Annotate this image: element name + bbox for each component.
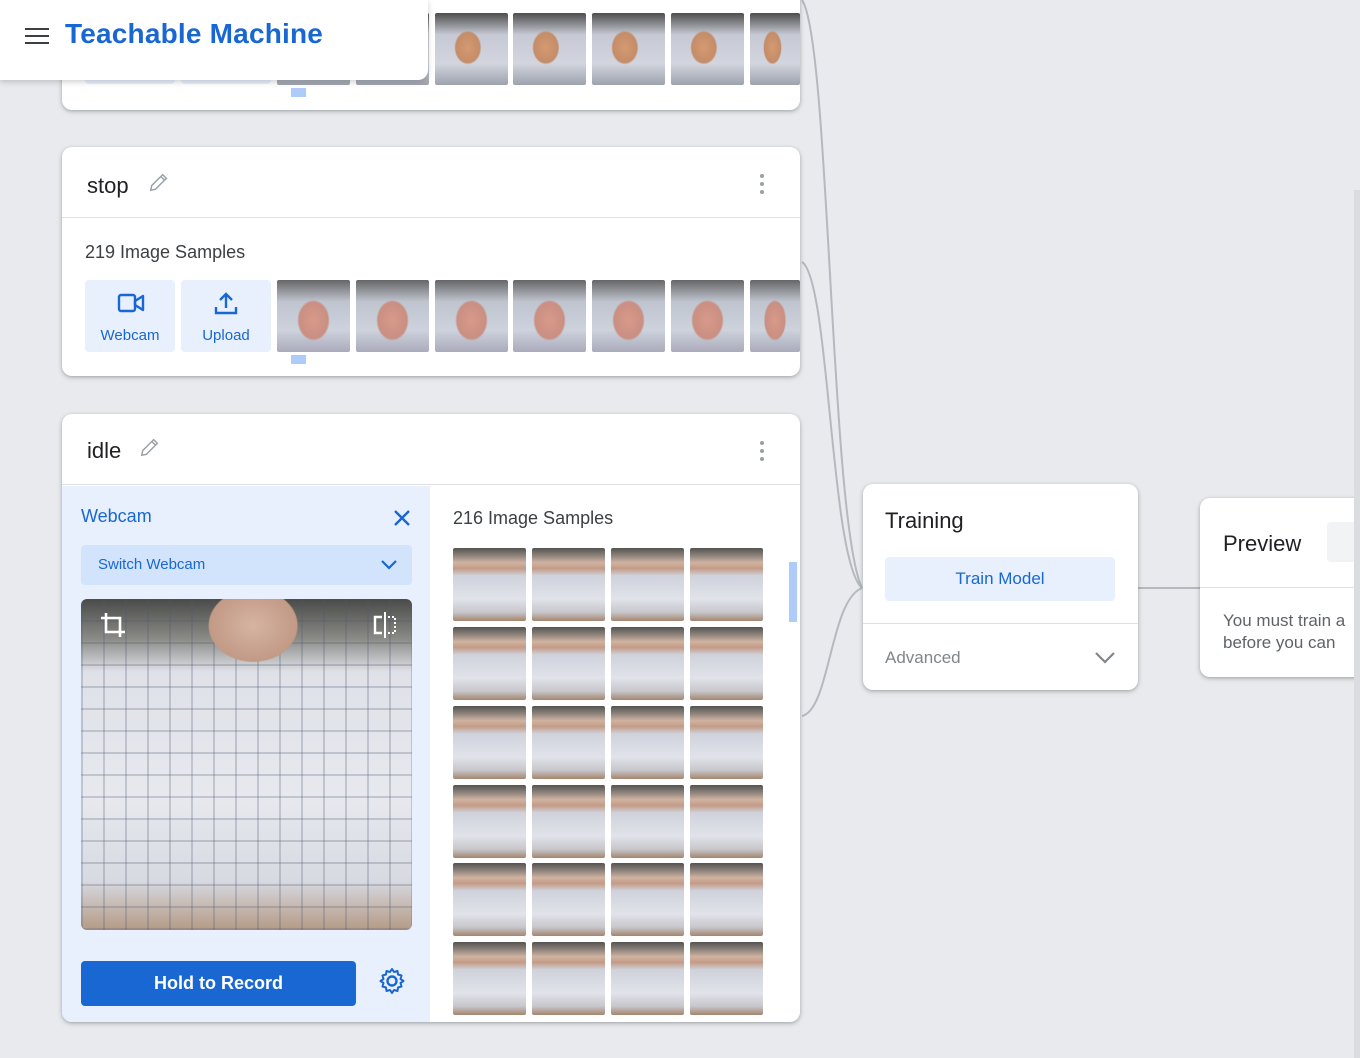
sample-count: 216 Image Samples xyxy=(453,508,614,528)
preview-card: Preview You must train a before you can xyxy=(1200,498,1360,677)
app-title[interactable]: Teachable Machine xyxy=(65,18,323,50)
sample-grid xyxy=(453,548,771,1020)
sample-thumbnail[interactable] xyxy=(690,942,763,1015)
sample-thumbnail[interactable] xyxy=(592,13,665,85)
hamburger-icon[interactable] xyxy=(25,28,49,46)
page-scrollbar[interactable] xyxy=(1354,190,1360,1058)
sample-thumbnail[interactable] xyxy=(611,627,684,700)
sample-thumbnail[interactable] xyxy=(532,548,605,621)
sample-thumbnail[interactable] xyxy=(435,280,508,352)
switch-webcam-label: Switch Webcam xyxy=(98,556,206,573)
sample-thumbnail[interactable] xyxy=(513,13,586,85)
sample-thumbnail[interactable] xyxy=(671,280,744,352)
divider xyxy=(1200,587,1360,588)
webcam-panel-label: Webcam xyxy=(81,506,152,526)
sample-thumbnail[interactable] xyxy=(592,280,665,352)
class-name[interactable]: idle xyxy=(87,438,121,464)
sample-thumbnail[interactable] xyxy=(750,280,800,352)
divider xyxy=(62,217,800,218)
sample-thumbnail[interactable] xyxy=(611,548,684,621)
kebab-icon[interactable] xyxy=(759,174,765,196)
sample-thumbnail[interactable] xyxy=(453,863,526,936)
class-name[interactable]: stop xyxy=(87,173,129,199)
sample-thumbnail[interactable] xyxy=(690,548,763,621)
flip-icon[interactable] xyxy=(372,611,398,639)
sample-thumbnail[interactable] xyxy=(453,627,526,700)
horizontal-scrollbar[interactable] xyxy=(280,86,800,97)
train-model-button[interactable]: Train Model xyxy=(885,557,1115,601)
sample-thumbnail[interactable] xyxy=(453,548,526,621)
preview-message: You must train a before you can xyxy=(1223,611,1346,652)
sample-thumbnail[interactable] xyxy=(532,785,605,858)
pencil-icon[interactable] xyxy=(139,436,161,458)
sample-thumbnail[interactable] xyxy=(453,785,526,858)
class-card-idle: idle Webcam Switch Webcam Hold to Record… xyxy=(62,414,800,1022)
webcam-video-feed xyxy=(81,599,412,930)
sample-count: 219 Image Samples xyxy=(85,242,246,262)
chevron-down-icon xyxy=(381,560,397,570)
pencil-icon[interactable] xyxy=(148,171,170,193)
sample-thumbnail[interactable] xyxy=(690,863,763,936)
training-title: Training xyxy=(885,508,964,533)
sample-thumbnail[interactable] xyxy=(532,627,605,700)
close-icon[interactable] xyxy=(392,508,412,528)
video-camera-icon xyxy=(117,293,145,313)
sample-thumbnail[interactable] xyxy=(532,863,605,936)
vertical-scrollbar[interactable] xyxy=(788,552,798,1022)
sample-thumbnail[interactable] xyxy=(690,627,763,700)
sample-thumbnail[interactable] xyxy=(750,13,800,85)
sample-thumbnail[interactable] xyxy=(611,785,684,858)
sample-thumbnail[interactable] xyxy=(611,706,684,779)
sample-thumbnail[interactable] xyxy=(611,863,684,936)
sample-thumbnail[interactable] xyxy=(453,706,526,779)
sample-thumbnail[interactable] xyxy=(690,785,763,858)
sample-thumbnail[interactable] xyxy=(435,13,508,85)
crop-icon[interactable] xyxy=(99,611,127,639)
sample-thumbnail[interactable] xyxy=(690,706,763,779)
chevron-down-icon[interactable] xyxy=(1094,651,1116,665)
sample-thumbnail[interactable] xyxy=(277,280,350,352)
webcam-label: Webcam xyxy=(100,327,160,344)
sample-thumbnail[interactable] xyxy=(671,13,744,85)
divider xyxy=(62,484,800,485)
sample-thumbnail[interactable] xyxy=(532,706,605,779)
sample-thumbnail[interactable] xyxy=(453,942,526,1015)
gear-icon[interactable] xyxy=(378,967,406,995)
class-card-stop: stop 219 Image Samples Webcam Upload xyxy=(62,147,800,376)
upload-label: Upload xyxy=(202,327,250,344)
app-header: Teachable Machine xyxy=(0,0,428,80)
upload-icon xyxy=(214,292,238,315)
preview-title: Preview xyxy=(1223,531,1302,556)
horizontal-scrollbar[interactable] xyxy=(280,353,800,364)
sample-thumbnail[interactable] xyxy=(513,280,586,352)
switch-webcam-dropdown[interactable]: Switch Webcam xyxy=(81,545,412,585)
divider xyxy=(863,623,1138,624)
hold-to-record-button[interactable]: Hold to Record xyxy=(81,961,356,1006)
sample-thumbnail[interactable] xyxy=(356,280,429,352)
advanced-toggle[interactable]: Advanced xyxy=(885,648,961,668)
webcam-panel: Webcam Switch Webcam Hold to Record xyxy=(62,486,430,1022)
kebab-icon[interactable] xyxy=(759,441,765,463)
sample-thumbnail[interactable] xyxy=(611,942,684,1015)
training-card: Training Train Model Advanced xyxy=(863,484,1138,690)
sample-thumbnail[interactable] xyxy=(532,942,605,1015)
webcam-button[interactable]: Webcam xyxy=(85,280,175,352)
upload-button[interactable]: Upload xyxy=(181,280,271,352)
